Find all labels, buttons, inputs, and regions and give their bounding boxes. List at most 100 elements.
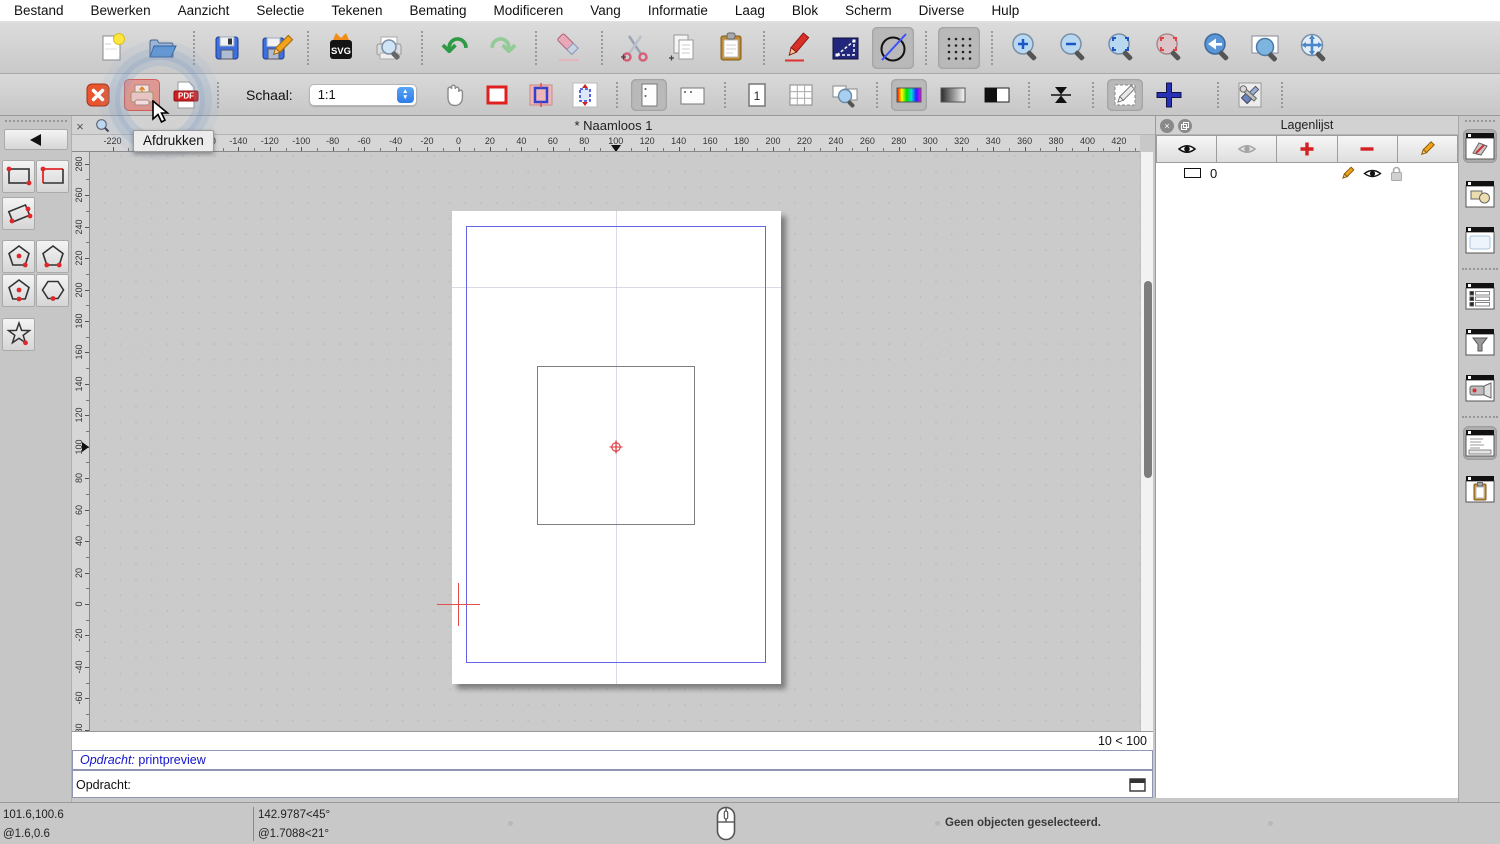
bw-mode-button[interactable] [979, 79, 1015, 111]
scale-select[interactable]: 1:1 ▲ ▼ [308, 83, 417, 106]
copy-button[interactable] [662, 27, 704, 69]
info-panel-toggle[interactable] [1463, 426, 1497, 460]
grayscale-mode-button[interactable] [935, 79, 971, 111]
multi-page-button[interactable] [783, 79, 819, 111]
console-window-icon[interactable] [1129, 778, 1146, 792]
draw-sketch-button[interactable] [776, 27, 818, 69]
single-page-button[interactable]: 1 [739, 79, 775, 111]
menu-informatie[interactable]: Informatie [648, 3, 708, 18]
zoom-in-button[interactable] [1004, 27, 1046, 69]
settings-tools-button[interactable] [1232, 79, 1268, 111]
save-button[interactable] [206, 27, 248, 69]
close-document-button[interactable]: × [73, 119, 87, 134]
hexagon-tool-button[interactable] [36, 274, 69, 307]
paste-button[interactable] [710, 27, 752, 69]
layer-row[interactable]: 0 [1156, 163, 1458, 183]
polygon-center-tool-button[interactable] [2, 240, 35, 273]
menu-modificeren[interactable]: Modificeren [494, 3, 564, 18]
grid-toggle-button[interactable] [938, 26, 980, 69]
add-layer-button[interactable] [1277, 135, 1338, 163]
pan-hand-button[interactable] [435, 79, 471, 111]
menu-laag[interactable]: Laag [735, 3, 765, 18]
star-tool-button[interactable] [2, 318, 35, 351]
landscape-orientation-button[interactable] [675, 79, 711, 111]
layers-panel-toggle[interactable] [1463, 129, 1497, 163]
edit-drawing-button[interactable] [1106, 78, 1143, 111]
collapse-palette-button[interactable] [4, 129, 68, 150]
print-button[interactable] [124, 78, 160, 111]
remove-layer-button[interactable] [1337, 135, 1398, 163]
new-document-button[interactable] [92, 27, 134, 69]
export-pdf-button[interactable]: PDF [168, 79, 204, 111]
ruler-tick: 120 [639, 136, 655, 146]
layer-color-swatch[interactable] [1184, 168, 1201, 178]
palette-drag-handle[interactable] [5, 120, 67, 122]
filter-panel-toggle[interactable] [1463, 325, 1497, 359]
show-all-layers-button[interactable] [1156, 135, 1218, 163]
toolbar-separator [217, 81, 219, 108]
edit-layer-button[interactable] [1397, 135, 1459, 163]
menu-bemating[interactable]: Bemating [409, 3, 466, 18]
layer-lock-icon[interactable] [1390, 166, 1403, 181]
presentation-panel-toggle[interactable] [1463, 371, 1497, 405]
menu-diverse[interactable]: Diverse [919, 3, 965, 18]
ruler-tick: -120 [260, 136, 279, 146]
dock-drag-handle[interactable] [1465, 120, 1495, 122]
redo-button[interactable]: ↷ [482, 27, 524, 69]
objects-panel-toggle[interactable] [1463, 177, 1497, 211]
zoom-previous-button[interactable] [1196, 27, 1238, 69]
zoom-page-button[interactable] [1244, 27, 1286, 69]
pan-button[interactable] [1292, 27, 1334, 69]
fit-page-button[interactable] [567, 79, 603, 111]
drawing-canvas[interactable] [90, 152, 1140, 731]
print-preview-button[interactable] [368, 27, 410, 69]
properties-panel-toggle[interactable] [1463, 223, 1497, 257]
command-input-row[interactable]: Opdracht: [72, 770, 1153, 798]
ruler-tick [489, 147, 491, 151]
menu-vang[interactable]: Vang [590, 3, 621, 18]
rectangle-tool-button[interactable] [2, 160, 35, 193]
layer-visibility-icon[interactable] [1363, 167, 1382, 180]
zoom-selection-button[interactable] [1148, 27, 1190, 69]
preview-pages-button[interactable] [827, 79, 863, 111]
flip-button[interactable] [1043, 79, 1079, 111]
menu-bestand[interactable]: Bestand [14, 3, 64, 18]
open-file-button[interactable] [140, 27, 182, 69]
menu-hulp[interactable]: Hulp [991, 3, 1019, 18]
layer-edit-pencil-icon[interactable] [1340, 165, 1355, 181]
circle-line-tool-button[interactable] [872, 26, 914, 69]
portrait-orientation-button[interactable] [630, 78, 667, 111]
menu-tekenen[interactable]: Tekenen [331, 3, 382, 18]
page-outline-button[interactable] [479, 79, 515, 111]
polygon-center-vertex-tool-button[interactable] [2, 274, 35, 307]
menu-bewerken[interactable]: Bewerken [91, 3, 151, 18]
ruler-tick [1008, 148, 1010, 151]
menu-aanzicht[interactable]: Aanzicht [178, 3, 230, 18]
list-panel-toggle[interactable] [1463, 279, 1497, 313]
add-point-button[interactable] [1151, 79, 1187, 111]
color-mode-button[interactable] [890, 78, 927, 111]
hide-all-layers-button[interactable] [1217, 135, 1278, 163]
close-preview-button[interactable] [80, 79, 116, 111]
scrollbar-thumb[interactable] [1143, 281, 1152, 478]
dimension-style-button[interactable] [824, 27, 866, 69]
rectangle-sides-tool-button[interactable] [36, 160, 69, 193]
save-as-button[interactable] [254, 27, 296, 69]
polygon-edge-tool-button[interactable] [36, 240, 69, 273]
canvas-scrollbar[interactable] [1140, 152, 1153, 731]
rotated-rectangle-tool-button[interactable] [2, 197, 35, 230]
cut-button[interactable] [614, 27, 656, 69]
menu-selectie[interactable]: Selectie [256, 3, 304, 18]
undo-button[interactable]: ↶ [434, 27, 476, 69]
menu-blok[interactable]: Blok [792, 3, 818, 18]
zoom-out-button[interactable] [1052, 27, 1094, 69]
zoom-extents-button[interactable] [1100, 27, 1142, 69]
menu-scherm[interactable]: Scherm [845, 3, 892, 18]
document-zoom-icon[interactable] [95, 118, 110, 133]
export-svg-button[interactable]: SVG [320, 27, 362, 69]
cad-application: { "menu": { "items": ["Bestand","Bewerke… [0, 0, 1500, 844]
print-area-button[interactable] [523, 79, 559, 111]
clipboard-panel-toggle[interactable] [1463, 472, 1497, 506]
ruler-tick: 260 [74, 187, 84, 203]
erase-button[interactable] [548, 27, 590, 69]
